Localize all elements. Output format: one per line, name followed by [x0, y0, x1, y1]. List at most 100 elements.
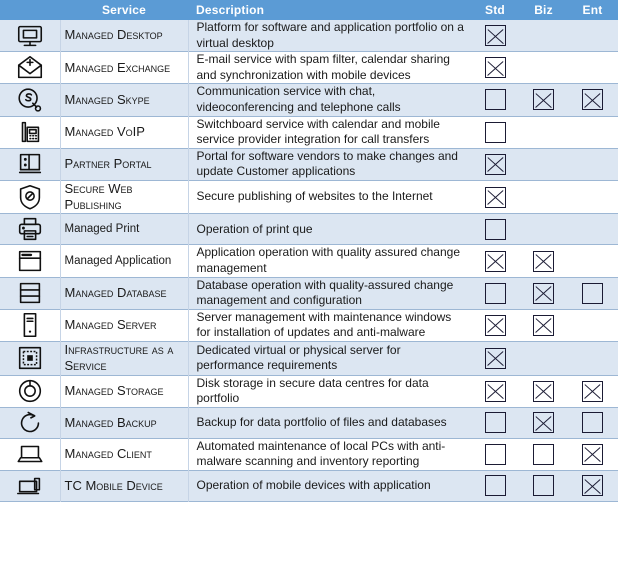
ent-checkbox[interactable]: [582, 475, 603, 497]
column-header-std[interactable]: Std: [470, 0, 520, 20]
std-checkbox[interactable]: [484, 57, 506, 79]
ent-checkbox-cell[interactable]: [567, 342, 618, 376]
right-margin: [618, 0, 625, 575]
std-checkbox-cell[interactable]: [470, 245, 520, 277]
std-checkbox[interactable]: [484, 412, 506, 434]
table-row[interactable]: TC Mobile Device Operation of mobile dev…: [0, 470, 618, 502]
std-checkbox-cell[interactable]: [470, 407, 520, 438]
std-checkbox-cell[interactable]: [470, 214, 520, 245]
std-checkbox[interactable]: [484, 153, 506, 175]
biz-checkbox-cell[interactable]: [520, 180, 567, 214]
ent-checkbox-cell[interactable]: [567, 375, 618, 407]
biz-checkbox-cell[interactable]: [520, 84, 567, 116]
std-checkbox[interactable]: [484, 282, 506, 304]
std-checkbox[interactable]: [484, 89, 506, 111]
table-row[interactable]: Managed Backup Backup for data portfolio…: [0, 407, 618, 439]
table-row[interactable]: Managed Storage Disk storage in secure d…: [0, 375, 618, 408]
biz-checkbox-cell[interactable]: [520, 116, 567, 148]
biz-checkbox-cell[interactable]: [520, 20, 567, 52]
ent-checkbox[interactable]: [582, 380, 603, 402]
ent-checkbox-cell[interactable]: [567, 309, 618, 341]
ent-checkbox-cell[interactable]: [567, 148, 618, 180]
biz-checkbox[interactable]: [533, 412, 554, 434]
std-checkbox-cell[interactable]: [470, 309, 520, 341]
ent-checkbox[interactable]: [582, 89, 603, 111]
biz-checkbox-cell[interactable]: [520, 245, 567, 277]
std-checkbox-cell[interactable]: [470, 277, 520, 309]
std-checkbox-cell[interactable]: [470, 470, 520, 501]
std-checkbox[interactable]: [484, 186, 506, 208]
ent-checkbox-cell[interactable]: [567, 214, 618, 245]
std-checkbox[interactable]: [484, 314, 506, 336]
table-row[interactable]: Managed VoIP Switchboard service with ca…: [0, 116, 618, 149]
biz-checkbox[interactable]: [533, 380, 554, 402]
std-checkbox[interactable]: [484, 218, 506, 240]
table-row[interactable]: Managed Application Application operatio…: [0, 244, 618, 278]
mobile-device-icon: [15, 471, 45, 501]
biz-checkbox-cell[interactable]: [520, 470, 567, 501]
biz-checkbox[interactable]: [533, 282, 554, 304]
biz-checkbox-cell[interactable]: [520, 52, 567, 84]
table-row[interactable]: Managed Client Automated maintenance of …: [0, 438, 618, 471]
biz-checkbox-cell[interactable]: [520, 375, 567, 407]
ent-checkbox-cell[interactable]: [567, 245, 618, 277]
ent-checkbox-cell[interactable]: [567, 52, 618, 84]
ent-checkbox-cell[interactable]: [567, 20, 618, 52]
column-header-ent[interactable]: Ent: [567, 0, 618, 20]
ent-checkbox[interactable]: [582, 412, 603, 434]
portal-window-icon: [15, 149, 45, 179]
std-checkbox[interactable]: [484, 347, 506, 369]
std-checkbox[interactable]: [484, 475, 506, 497]
column-header-description[interactable]: Description: [188, 0, 470, 20]
std-checkbox[interactable]: [484, 25, 506, 47]
std-checkbox-cell[interactable]: [470, 148, 520, 180]
table-row[interactable]: Managed Desktop Platform for software an…: [0, 20, 618, 52]
service-name-cell: Managed Backup: [59, 407, 188, 439]
biz-checkbox-cell[interactable]: [520, 277, 567, 309]
service-icon-cell: [0, 116, 60, 148]
table-row[interactable]: Secure Web Publishing Secure publishing …: [0, 180, 618, 214]
ent-checkbox[interactable]: [582, 443, 603, 465]
table-row[interactable]: Managed Exchange E-mail service with spa…: [0, 51, 618, 84]
table-row[interactable]: Infrastructure as a Service Dedicated vi…: [0, 341, 618, 376]
biz-checkbox[interactable]: [533, 443, 554, 465]
std-checkbox-cell[interactable]: [470, 116, 520, 148]
std-checkbox[interactable]: [484, 250, 506, 272]
biz-checkbox-cell[interactable]: [520, 407, 567, 438]
table-row[interactable]: Partner Portal Portal for software vendo…: [0, 148, 618, 181]
ent-checkbox-cell[interactable]: [567, 116, 618, 148]
std-checkbox-cell[interactable]: [470, 20, 520, 52]
std-checkbox[interactable]: [484, 380, 506, 402]
std-checkbox-cell[interactable]: [470, 438, 520, 470]
ent-checkbox-cell[interactable]: [567, 180, 618, 214]
ent-checkbox-cell[interactable]: [567, 84, 618, 116]
biz-checkbox[interactable]: [533, 475, 554, 497]
ent-checkbox-cell[interactable]: [567, 438, 618, 470]
table-row[interactable]: Managed Print Operation of print que: [0, 213, 618, 245]
biz-checkbox[interactable]: [533, 314, 554, 336]
service-name-cell: Managed VoIP: [59, 116, 188, 149]
std-checkbox-cell[interactable]: [470, 84, 520, 116]
biz-checkbox-cell[interactable]: [520, 438, 567, 470]
table-row[interactable]: Managed Database Database operation with…: [0, 277, 618, 310]
column-header-biz[interactable]: Biz: [520, 0, 567, 20]
std-checkbox[interactable]: [484, 443, 506, 465]
ent-checkbox-cell[interactable]: [567, 470, 618, 501]
biz-checkbox-cell[interactable]: [520, 309, 567, 341]
std-checkbox-cell[interactable]: [470, 375, 520, 407]
biz-checkbox[interactable]: [533, 89, 554, 111]
biz-checkbox-cell[interactable]: [520, 148, 567, 180]
ent-checkbox-cell[interactable]: [567, 277, 618, 309]
biz-checkbox[interactable]: [533, 250, 554, 272]
biz-checkbox-cell[interactable]: [520, 342, 567, 376]
std-checkbox-cell[interactable]: [470, 52, 520, 84]
ent-checkbox[interactable]: [582, 282, 603, 304]
std-checkbox-cell[interactable]: [470, 180, 520, 214]
std-checkbox[interactable]: [484, 121, 506, 143]
biz-checkbox-cell[interactable]: [520, 214, 567, 245]
column-header-service[interactable]: Service: [60, 0, 188, 20]
table-row[interactable]: Managed Server Server management with ma…: [0, 309, 618, 342]
std-checkbox-cell[interactable]: [470, 342, 520, 376]
ent-checkbox-cell[interactable]: [567, 407, 618, 438]
table-row[interactable]: Managed Skype Communication service with…: [0, 83, 618, 117]
